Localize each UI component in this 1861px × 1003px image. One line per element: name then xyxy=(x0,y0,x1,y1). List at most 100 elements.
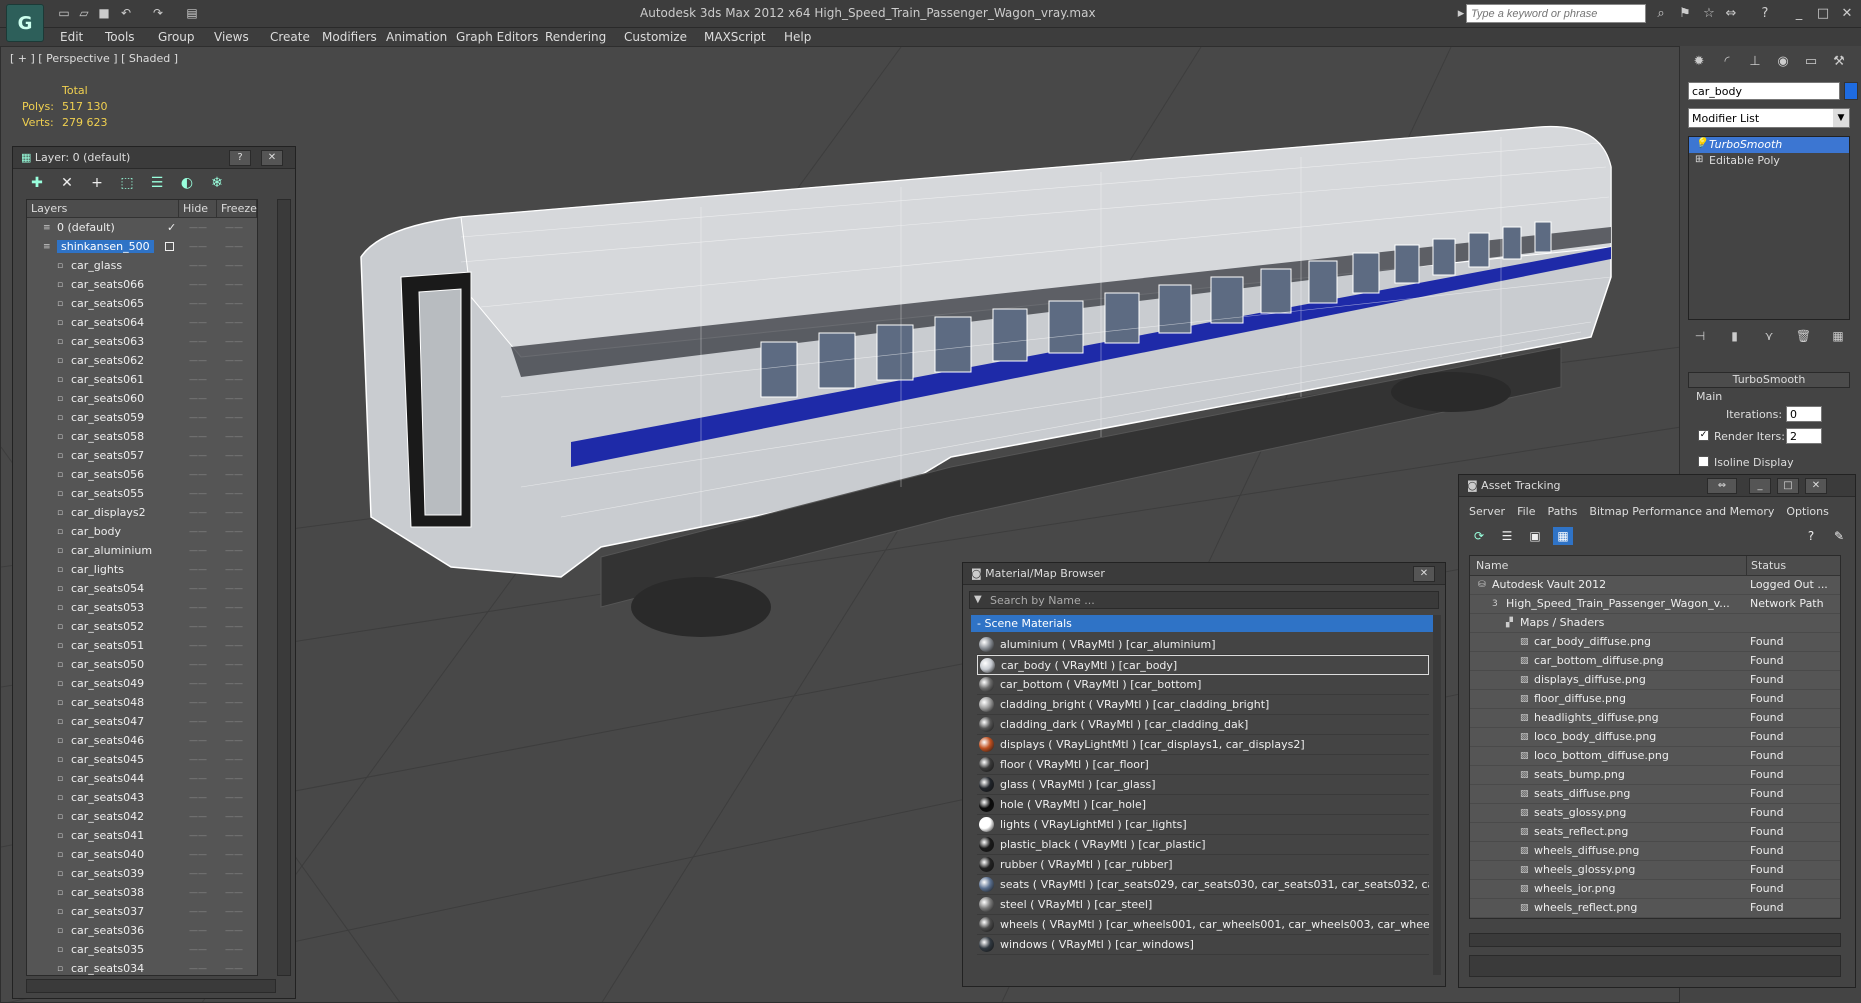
asset-row[interactable]: ▧ wheels_reflect.png Found xyxy=(1470,899,1840,918)
menu-graph-editors[interactable]: Graph Editors xyxy=(456,30,538,44)
layer-row[interactable]: ▫ car_seats040 —— —— xyxy=(27,845,257,864)
hide-toggle[interactable]: —— xyxy=(189,261,207,271)
material-browser-window[interactable]: ◙ Material/Map Browser ✕ ▼ Search by Nam… xyxy=(962,562,1446,987)
material-row[interactable]: cladding_dark ( VRayMtl ) [car_cladding_… xyxy=(977,715,1429,735)
asset-row[interactable]: ▧ seats_diffuse.png Found xyxy=(1470,785,1840,804)
layer-row[interactable]: ▫ car_seats057 —— —— xyxy=(27,446,257,465)
menu-modifiers[interactable]: Modifiers xyxy=(322,30,377,44)
layer-name[interactable]: car_seats053 xyxy=(71,601,144,614)
layer-row[interactable]: ≡ shinkansen_500 —— —— xyxy=(27,237,257,256)
layer-name[interactable]: car_seats058 xyxy=(71,430,144,443)
configure-sets-icon[interactable]: ▦ xyxy=(1826,326,1850,346)
freeze-toggle[interactable]: —— xyxy=(225,907,243,917)
material-row[interactable]: seats ( VRayMtl ) [car_seats029, car_sea… xyxy=(977,875,1429,895)
layer-name[interactable]: car_seats038 xyxy=(71,886,144,899)
layer-name[interactable]: car_seats041 xyxy=(71,829,144,842)
freeze-toggle[interactable]: —— xyxy=(225,527,243,537)
layer-name[interactable]: car_seats056 xyxy=(71,468,144,481)
layer-name[interactable]: car_seats035 xyxy=(71,943,144,956)
asset-row[interactable]: ▧ car_bottom_diffuse.png Found xyxy=(1470,652,1840,671)
layer-name[interactable]: car_seats055 xyxy=(71,487,144,500)
hide-toggle[interactable]: —— xyxy=(189,451,207,461)
layer-name[interactable]: car_seats043 xyxy=(71,791,144,804)
menu-tools[interactable]: Tools xyxy=(105,30,135,44)
layer-row[interactable]: ▫ car_glass —— —— xyxy=(27,256,257,275)
expand-plus-icon[interactable]: ⊞ xyxy=(1695,154,1703,165)
layer-row[interactable]: ▫ car_seats054 —— —— xyxy=(27,579,257,598)
asset-maximize-button[interactable]: □ xyxy=(1777,478,1799,494)
freeze-toggle[interactable]: —— xyxy=(225,622,243,632)
hide-toggle[interactable]: —— xyxy=(189,489,207,499)
freeze-toggle[interactable]: —— xyxy=(225,413,243,423)
menu-animation[interactable]: Animation xyxy=(386,30,447,44)
layer-name[interactable]: car_lights xyxy=(71,563,124,576)
asset-row[interactable]: ▧ wheels_ior.png Found xyxy=(1470,880,1840,899)
freeze-toggle[interactable]: —— xyxy=(225,679,243,689)
asset-minimize-button[interactable]: _ xyxy=(1749,478,1771,494)
menu-group[interactable]: Group xyxy=(158,30,195,44)
freeze-toggle[interactable]: —— xyxy=(225,280,243,290)
hide-toggle[interactable]: —— xyxy=(189,337,207,347)
layer-row[interactable]: ▫ car_seats045 —— —— xyxy=(27,750,257,769)
create-layer-icon[interactable]: ✚ xyxy=(27,173,47,193)
layer-name[interactable]: car_seats060 xyxy=(71,392,144,405)
layer-name[interactable]: car_seats047 xyxy=(71,715,144,728)
layer-name[interactable]: car_seats049 xyxy=(71,677,144,690)
material-row[interactable]: cladding_bright ( VRayMtl ) [car_claddin… xyxy=(977,695,1429,715)
freeze-toggle[interactable]: —— xyxy=(225,774,243,784)
freeze-toggle[interactable]: —— xyxy=(225,869,243,879)
hide-toggle[interactable]: —— xyxy=(189,869,207,879)
asset-row[interactable]: ▧ displays_diffuse.png Found xyxy=(1470,671,1840,690)
asset-menu-file[interactable]: File xyxy=(1517,505,1535,518)
pin-stack-icon[interactable]: ⊣ xyxy=(1688,326,1712,346)
layer-row[interactable]: ▫ car_displays2 —— —— xyxy=(27,503,257,522)
hide-toggle[interactable]: —— xyxy=(189,546,207,556)
table-view-icon[interactable]: ▦ xyxy=(1553,527,1573,545)
material-search-input[interactable]: ▼ Search by Name ... xyxy=(969,591,1439,609)
material-row[interactable]: windows ( VRayMtl ) [car_windows] xyxy=(977,935,1429,955)
layer-row[interactable]: ▫ car_seats066 —— —— xyxy=(27,275,257,294)
make-unique-icon[interactable]: ⋎ xyxy=(1757,326,1781,346)
layer-row[interactable]: ▫ car_seats065 —— —— xyxy=(27,294,257,313)
layer-name[interactable]: car_displays2 xyxy=(71,506,146,519)
hide-toggle[interactable]: —— xyxy=(189,698,207,708)
layer-name[interactable]: car_seats048 xyxy=(71,696,144,709)
freeze-toggle[interactable]: —— xyxy=(225,736,243,746)
asset-menu-paths[interactable]: Paths xyxy=(1548,505,1578,518)
menu-customize[interactable]: Customize xyxy=(624,30,687,44)
asset-row[interactable]: ▧ seats_bump.png Found xyxy=(1470,766,1840,785)
layer-row[interactable]: ▫ car_seats041 —— —— xyxy=(27,826,257,845)
layer-row[interactable]: ▫ car_seats059 —— —— xyxy=(27,408,257,427)
freeze-toggle[interactable]: —— xyxy=(225,755,243,765)
material-row[interactable]: car_body ( VRayMtl ) [car_body] xyxy=(977,655,1429,675)
create-tab-icon[interactable]: ✹ xyxy=(1688,52,1710,72)
material-row[interactable]: displays ( VRayLightMtl ) [car_displays1… xyxy=(977,735,1429,755)
hide-toggle[interactable]: —— xyxy=(189,565,207,575)
hide-toggle[interactable]: —— xyxy=(189,299,207,309)
freeze-toggle[interactable]: —— xyxy=(225,394,243,404)
layer-name[interactable]: car_seats037 xyxy=(71,905,144,918)
layer-row[interactable]: ▫ car_seats056 —— —— xyxy=(27,465,257,484)
binoculars-icon[interactable]: ⌕ xyxy=(1652,5,1670,23)
asset-row[interactable]: ▧ loco_bottom_diffuse.png Found xyxy=(1470,747,1840,766)
hide-toggle[interactable]: —— xyxy=(189,926,207,936)
hide-toggle[interactable]: —— xyxy=(189,793,207,803)
layer-name[interactable]: car_seats034 xyxy=(71,962,144,975)
new-file-icon[interactable]: ▭ xyxy=(56,5,72,21)
freeze-toggle[interactable]: —— xyxy=(225,641,243,651)
display-tab-icon[interactable]: ▭ xyxy=(1800,52,1822,72)
layer-row[interactable]: ▫ car_seats043 —— —— xyxy=(27,788,257,807)
freeze-toggle[interactable]: —— xyxy=(225,356,243,366)
help-icon[interactable]: ? xyxy=(1756,5,1774,23)
hide-toggle[interactable]: —— xyxy=(189,356,207,366)
hide-toggle[interactable]: —— xyxy=(189,242,207,252)
hide-toggle[interactable]: —— xyxy=(189,831,207,841)
material-row[interactable]: plastic_black ( VRayMtl ) [car_plastic] xyxy=(977,835,1429,855)
layer-name[interactable]: car_seats039 xyxy=(71,867,144,880)
close-icon[interactable]: ✕ xyxy=(1838,5,1856,23)
layer-name[interactable]: car_seats052 xyxy=(71,620,144,633)
asset-tracking-window[interactable]: ◙ Asset Tracking ⇔ _ □ ✕ Server File Pat… xyxy=(1458,474,1856,988)
undo-icon[interactable]: ↶ xyxy=(118,5,134,21)
freeze-toggle[interactable]: —— xyxy=(225,945,243,955)
iterations-spinner[interactable]: 0 xyxy=(1786,406,1822,422)
